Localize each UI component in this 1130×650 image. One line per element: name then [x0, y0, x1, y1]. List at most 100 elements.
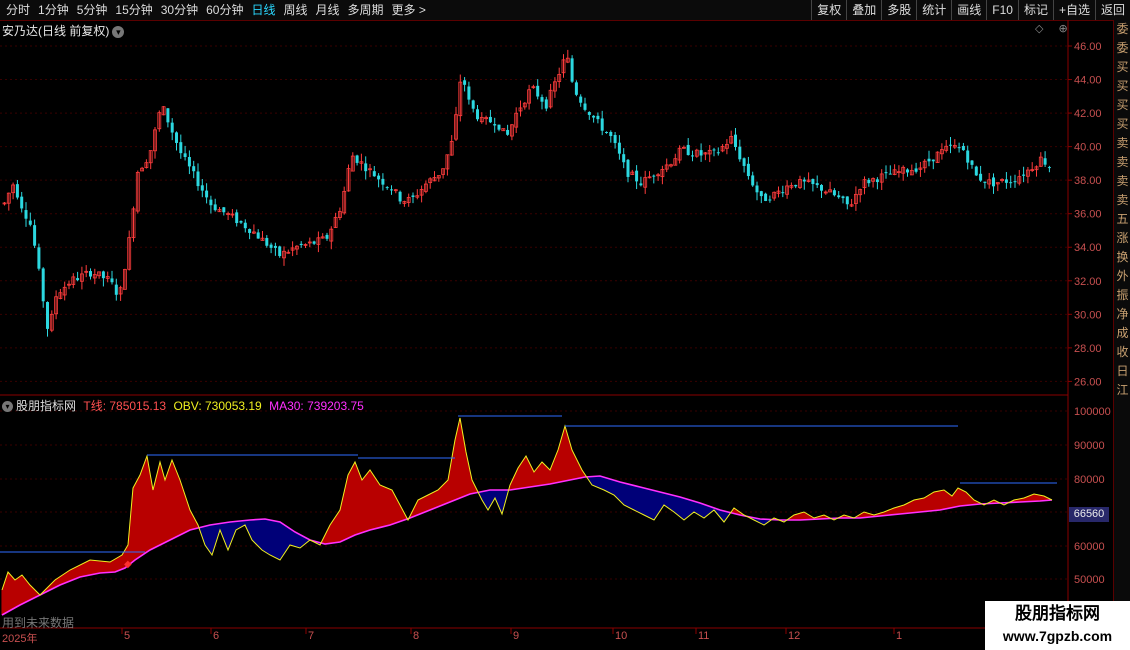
candle-body-down — [691, 155, 694, 157]
signal-marker: ◆ — [124, 559, 132, 570]
ma30-value: MA30: 739203.75 — [269, 399, 364, 413]
candle-body-down — [89, 271, 92, 277]
candle-body-down — [639, 183, 643, 186]
candle-body-down — [837, 195, 841, 198]
candle-body-down — [609, 131, 613, 137]
candle-body-down — [983, 181, 987, 183]
candle-body-down — [179, 142, 183, 154]
candle-body-down — [596, 115, 600, 120]
watermark-line1: 股朋指标网 — [1015, 604, 1100, 623]
candle-body-down — [15, 184, 19, 198]
side-panel-label: 江 — [1116, 383, 1129, 397]
candle-body-down — [467, 86, 471, 100]
indicator-tick-label: 90000 — [1074, 440, 1105, 452]
candle-body-down — [381, 178, 385, 185]
indicator-last-value: 66560 — [1069, 507, 1109, 522]
side-panel-label: 委 — [1116, 41, 1129, 55]
candle-body-down — [213, 204, 217, 211]
candle-body-down — [927, 158, 931, 162]
candle-body-down — [273, 245, 277, 248]
candle-body-down — [794, 184, 798, 187]
price-tick-label: 34.00 — [1074, 242, 1102, 254]
price-tick-label: 30.00 — [1074, 309, 1102, 321]
side-panel-label: 买 — [1116, 117, 1129, 131]
candle-body-down — [101, 271, 105, 279]
side-panel-label: 卖 — [1116, 193, 1129, 207]
candle-body-down — [1047, 167, 1051, 169]
candle-body-down — [1009, 182, 1013, 184]
candle-body-down — [600, 118, 604, 131]
indicator-name[interactable]: 股朋指标网 — [16, 399, 76, 413]
obv-value: OBV: 730053.19 — [173, 399, 262, 413]
candle-body-down — [974, 166, 978, 176]
candle-body-down — [1013, 181, 1017, 183]
side-panel-label: 振 — [1116, 288, 1129, 302]
candle-body-down — [390, 189, 393, 191]
indicator-tick-label: 50000 — [1074, 574, 1105, 586]
candle-body-down — [949, 144, 952, 146]
candle-body-down — [37, 247, 41, 269]
side-info-panel[interactable]: 委委买买买买卖卖卖卖五涨换外振净成收日江 — [1113, 20, 1130, 650]
candle-body-down — [979, 173, 983, 181]
candle-body-down — [966, 150, 970, 163]
candle-body-down — [506, 129, 510, 135]
candle-body-down — [712, 149, 716, 151]
candle-body-down — [540, 97, 544, 102]
candle-body-down — [175, 132, 178, 143]
candle-body-down — [200, 185, 204, 191]
candle-body-down — [961, 145, 965, 151]
candle-body-down — [33, 225, 37, 246]
candle-body-down — [738, 146, 742, 160]
candle-body-down — [755, 185, 759, 193]
candle-body-down — [312, 241, 316, 244]
candle-body-down — [192, 166, 196, 172]
candle-body-down — [248, 229, 252, 233]
candle-body-down — [605, 131, 608, 133]
candle-body-down — [269, 244, 273, 248]
date-label: 2025年 — [2, 633, 38, 645]
candle-body-down — [957, 147, 961, 149]
candle-body-down — [243, 222, 247, 229]
date-label: 1 — [896, 630, 903, 642]
price-tick-label: 28.00 — [1074, 343, 1102, 355]
indicator-dropdown-icon[interactable]: ▾ — [2, 401, 13, 413]
candle-body-down — [46, 302, 49, 329]
candle-body-down — [583, 103, 587, 110]
candle-body-down — [265, 237, 269, 246]
candle-body-down — [970, 160, 974, 165]
side-panel-label: 收 — [1116, 345, 1129, 359]
price-tick-label: 32.00 — [1074, 276, 1102, 288]
candle-body-down — [110, 278, 114, 283]
candle-body-down — [170, 122, 174, 133]
candle-body-down — [820, 184, 823, 191]
side-panel-label: 委 — [1116, 22, 1129, 36]
side-panel-label: 净 — [1116, 307, 1129, 321]
candle-body-down — [931, 159, 935, 162]
candle-body-down — [1004, 179, 1008, 183]
candle-body-down — [256, 232, 260, 239]
date-label: 8 — [413, 630, 420, 642]
indicator-tick-label: 100000 — [1074, 406, 1111, 418]
candle-body-down — [884, 172, 888, 174]
candle-body-down — [811, 178, 815, 185]
candle-body-down — [114, 284, 118, 295]
candle-body-down — [888, 173, 892, 175]
candle-body-down — [41, 268, 45, 302]
indicator-tick-label: 80000 — [1074, 474, 1105, 486]
candle-body-down — [832, 190, 836, 196]
candle-body-down — [734, 134, 737, 148]
t-line-value: T线: 785015.13 — [83, 399, 167, 413]
candle-body-down — [372, 171, 376, 177]
price-tick-label: 36.00 — [1074, 209, 1102, 221]
side-panel-label: 买 — [1116, 79, 1129, 93]
candle-body-down — [845, 196, 849, 205]
side-panel-label: 卖 — [1116, 155, 1129, 169]
candle-body-down — [187, 157, 191, 167]
candle-body-down — [476, 109, 479, 120]
candle-body-down — [385, 187, 389, 189]
candle-body-down — [686, 144, 690, 156]
side-panel-label: 换 — [1116, 250, 1129, 264]
candle-body-down — [716, 152, 720, 154]
candle-body-down — [76, 278, 80, 281]
side-panel-label: 成 — [1116, 326, 1129, 340]
